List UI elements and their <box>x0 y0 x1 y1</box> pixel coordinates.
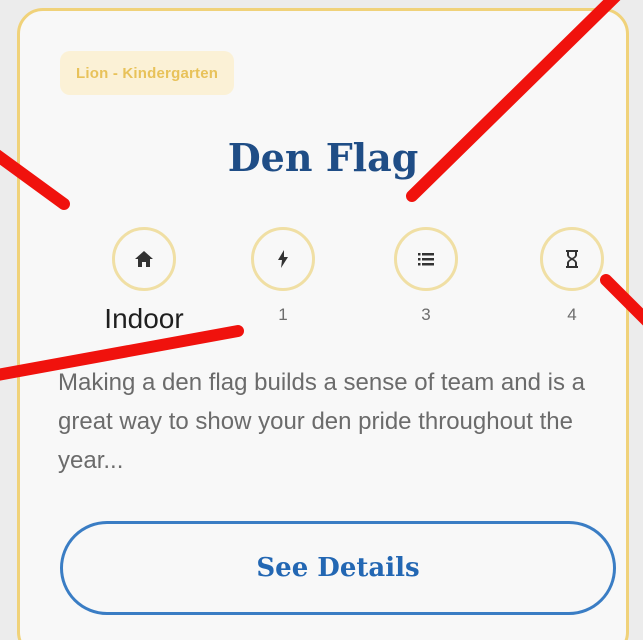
see-details-button[interactable]: See Details <box>60 521 616 615</box>
stat-location-value: Indoor <box>104 303 184 334</box>
lightning-icon <box>251 227 315 291</box>
stat-energy: 1 <box>223 227 343 325</box>
stat-supplies-value: 3 <box>421 305 431 324</box>
stat-time-value: 4 <box>567 305 577 324</box>
adventure-title: Den Flag <box>227 135 419 180</box>
see-details-label: See Details <box>256 553 420 583</box>
stat-supplies: 3 <box>366 227 486 325</box>
adventure-card: Lion - Kindergarten Den Flag Indoor 1 3 … <box>17 8 629 640</box>
adventure-stats: Indoor 1 3 4 <box>20 227 626 347</box>
screenshot-stage: Lion - Kindergarten Den Flag Indoor 1 3 … <box>0 0 643 640</box>
hourglass-icon <box>540 227 604 291</box>
adventure-description: Making a den flag builds a sense of team… <box>58 369 585 474</box>
stat-location: Indoor <box>84 227 204 335</box>
rank-badge: Lion - Kindergarten <box>60 51 235 95</box>
rank-badge-label: Lion - Kindergarten <box>76 64 219 82</box>
home-icon <box>112 227 176 291</box>
stat-time: 4 <box>512 227 632 325</box>
stat-energy-value: 1 <box>278 305 288 324</box>
list-icon <box>394 227 458 291</box>
